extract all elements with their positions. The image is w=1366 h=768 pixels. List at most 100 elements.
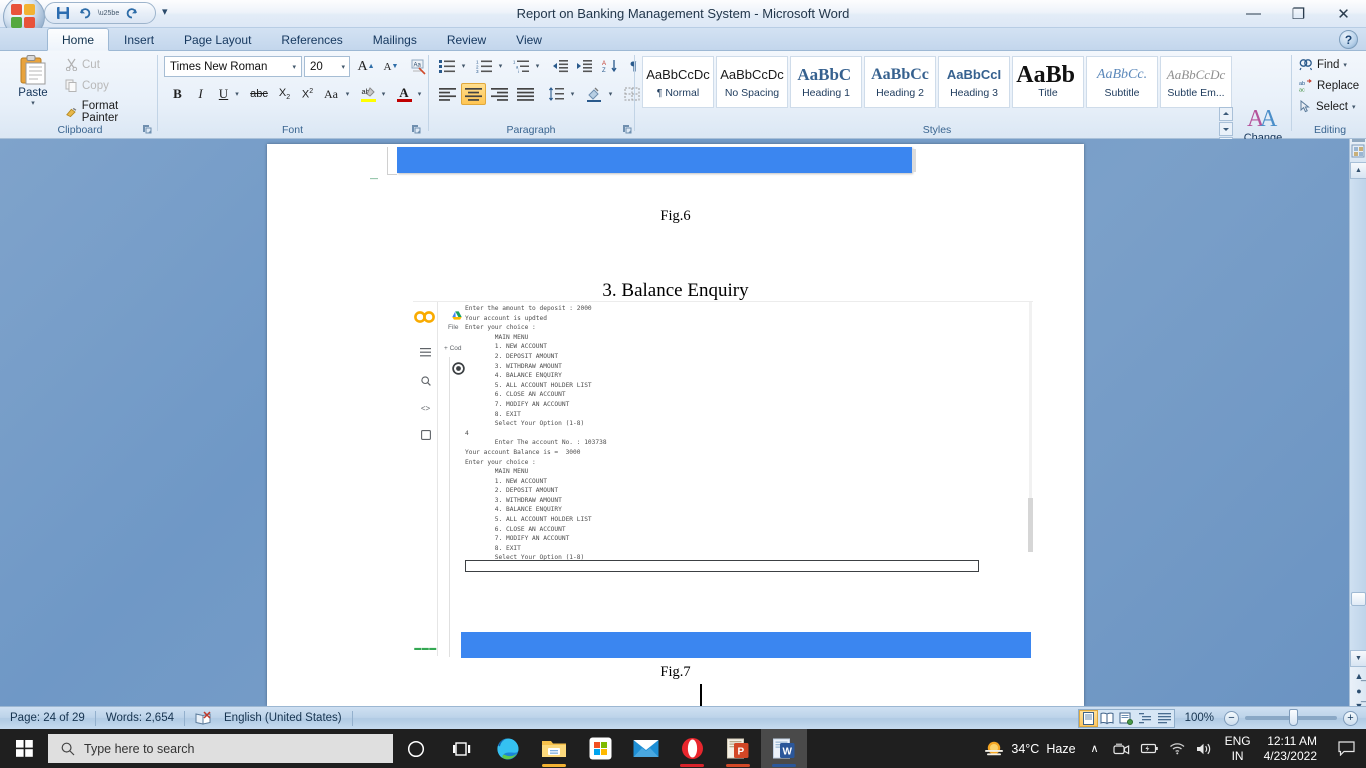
close-button[interactable]: ✕ xyxy=(1321,0,1366,27)
bold-button[interactable]: B xyxy=(166,83,189,105)
multilevel-caret[interactable]: ▾ xyxy=(532,55,543,77)
clipboard-dialog-launcher[interactable] xyxy=(142,124,153,135)
font-size-combobox[interactable]: 20 ▾ xyxy=(304,56,350,77)
scroll-down-button[interactable]: ▼ xyxy=(1350,650,1366,667)
decrease-indent-button[interactable] xyxy=(548,55,571,77)
view-outline-button[interactable] xyxy=(1136,710,1155,727)
tab-insert[interactable]: Insert xyxy=(109,28,169,51)
shading-caret[interactable]: ▾ xyxy=(605,83,616,105)
scroll-up-button[interactable]: ▲ xyxy=(1350,162,1366,179)
text-highlight-button[interactable]: ab xyxy=(357,83,379,105)
numbering-button[interactable]: 123 xyxy=(472,55,496,77)
replace-button[interactable]: ab ac Replace xyxy=(1296,78,1366,93)
view-full-screen-reading-button[interactable] xyxy=(1098,710,1117,727)
tab-review[interactable]: Review xyxy=(432,28,501,51)
change-case-caret[interactable]: ▾ xyxy=(342,83,353,105)
restore-button[interactable]: ❐ xyxy=(1276,0,1321,27)
undo-dropdown-caret[interactable]: \u25be xyxy=(98,4,119,22)
help-button[interactable]: ? xyxy=(1339,30,1358,49)
meet-now-button[interactable] xyxy=(1108,729,1135,768)
colab-file-menu[interactable]: File xyxy=(448,324,458,331)
select-browse-object-button[interactable]: ● xyxy=(1352,684,1366,698)
style-heading-3[interactable]: AaBbCcI Heading 3 xyxy=(938,56,1010,108)
cell-run-indicator-icon[interactable] xyxy=(452,362,465,375)
task-view-button[interactable] xyxy=(439,729,485,768)
microsoft-edge-button[interactable] xyxy=(485,729,531,768)
zoom-out-button[interactable]: − xyxy=(1224,710,1239,726)
start-button[interactable] xyxy=(0,729,48,768)
powerpoint-button[interactable]: P xyxy=(715,729,761,768)
style--normal[interactable]: AaBbCcDc ¶ Normal xyxy=(642,56,714,108)
scrollbar-track-lower[interactable] xyxy=(1350,606,1366,650)
view-print-layout-button[interactable] xyxy=(1078,709,1098,727)
word-button[interactable]: W xyxy=(761,729,807,768)
mail-button[interactable] xyxy=(623,729,669,768)
files-icon[interactable] xyxy=(419,428,432,441)
font-name-combobox[interactable]: Times New Roman ▾ xyxy=(164,56,302,77)
tab-page-layout[interactable]: Page Layout xyxy=(169,28,266,51)
shrink-font-button[interactable]: A ▼ xyxy=(379,55,403,78)
weather-widget[interactable]: 34°C Haze xyxy=(978,729,1081,768)
show-hidden-icons-button[interactable]: ∧ xyxy=(1082,729,1108,768)
sort-button[interactable]: AZ xyxy=(598,55,621,77)
clock[interactable]: 12:11 AM 4/23/2022 xyxy=(1258,734,1327,764)
code-snippets-icon[interactable]: <> xyxy=(419,402,432,415)
style-no-spacing[interactable]: AaBbCcDc No Spacing xyxy=(716,56,788,108)
increase-indent-button[interactable] xyxy=(572,55,595,77)
undo-button[interactable] xyxy=(76,4,95,22)
volume-button[interactable] xyxy=(1191,729,1218,768)
style-title[interactable]: AaBb Title xyxy=(1012,56,1084,108)
view-web-layout-button[interactable] xyxy=(1117,710,1136,727)
grow-font-button[interactable]: A ▲ xyxy=(354,55,378,78)
language-status[interactable]: English (United States) xyxy=(222,707,352,730)
customize-qat-button[interactable]: ▾ xyxy=(162,5,168,18)
bullets-caret[interactable]: ▾ xyxy=(458,55,469,77)
format-painter-button[interactable]: Format Painter xyxy=(62,99,154,125)
cut-button[interactable]: Cut xyxy=(62,57,150,72)
styles-scroll-up-button[interactable] xyxy=(1219,107,1233,121)
search-icon[interactable] xyxy=(419,374,432,387)
battery-button[interactable] xyxy=(1135,729,1164,768)
microsoft-store-button[interactable] xyxy=(577,729,623,768)
search-input[interactable]: Type here to search xyxy=(48,734,393,763)
style-subtle-em[interactable]: AaBbCcDc Subtle Em... xyxy=(1160,56,1232,108)
subscript-button[interactable]: X2 xyxy=(273,83,296,105)
style-heading-2[interactable]: AaBbCc Heading 2 xyxy=(864,56,936,108)
document-page[interactable]: — Fig.6 3. Balance Enquiry File + Cod <>… xyxy=(267,144,1084,706)
vertical-scrollbar[interactable]: ▲ ▼ ▲̲ ● ▼̅ xyxy=(1349,162,1366,711)
align-right-button[interactable] xyxy=(487,83,512,105)
terminal-icon[interactable]: ▬▬▬ xyxy=(414,642,436,655)
zoom-in-button[interactable]: + xyxy=(1343,710,1358,726)
action-center-button[interactable] xyxy=(1327,729,1366,768)
language-indicator[interactable]: ENG IN xyxy=(1218,729,1258,768)
change-case-button[interactable]: Aa xyxy=(319,83,343,105)
superscript-button[interactable]: X2 xyxy=(296,83,319,105)
strikethrough-button[interactable]: abc xyxy=(246,83,272,105)
view-draft-button[interactable] xyxy=(1155,710,1174,727)
word-count[interactable]: Words: 2,654 xyxy=(96,707,184,730)
italic-button[interactable]: I xyxy=(189,83,212,105)
font-color-caret[interactable]: ▾ xyxy=(414,83,425,105)
multilevel-list-button[interactable]: 1ai xyxy=(509,55,533,77)
align-left-button[interactable] xyxy=(435,83,460,105)
align-center-button[interactable] xyxy=(461,83,486,105)
copy-button[interactable]: Copy xyxy=(62,78,150,93)
highlight-caret[interactable]: ▾ xyxy=(378,83,389,105)
minimize-button[interactable]: — xyxy=(1231,0,1276,27)
redo-button[interactable] xyxy=(122,4,141,22)
zoom-level[interactable]: 100% xyxy=(1185,712,1214,724)
tab-home[interactable]: Home xyxy=(47,28,110,51)
styles-scroll-down-button[interactable] xyxy=(1219,122,1233,136)
zoom-slider[interactable] xyxy=(1245,709,1337,726)
scrollbar-track[interactable] xyxy=(1350,179,1366,604)
style-subtitle[interactable]: AaBbCc. Subtitle xyxy=(1086,56,1158,108)
page-indicator[interactable]: Page: 24 of 29 xyxy=(0,707,95,730)
paragraph-dialog-launcher[interactable] xyxy=(622,124,633,135)
line-spacing-button[interactable] xyxy=(544,83,568,105)
numbering-caret[interactable]: ▾ xyxy=(495,55,506,77)
file-explorer-button[interactable] xyxy=(531,729,577,768)
find-button[interactable]: Find ▾ xyxy=(1296,57,1364,72)
justify-button[interactable] xyxy=(513,83,538,105)
colab-add-code-button[interactable]: + Cod xyxy=(444,345,462,352)
font-dialog-launcher[interactable] xyxy=(411,124,422,135)
